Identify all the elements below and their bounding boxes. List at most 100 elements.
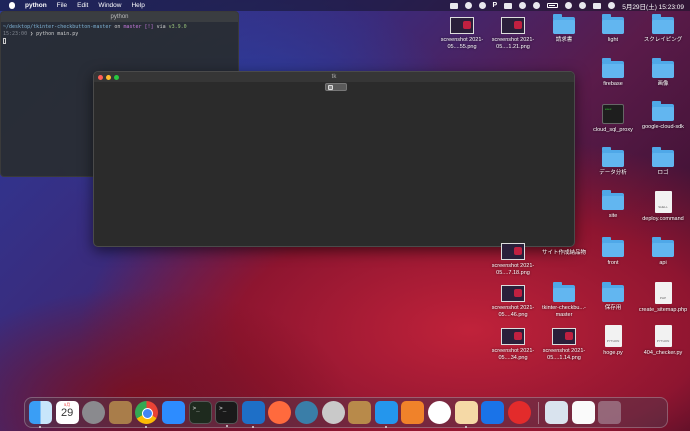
desktop-icon-logo[interactable]: ロゴ: [636, 147, 690, 177]
app-menu[interactable]: python: [25, 2, 47, 9]
php-file-icon: PHP: [654, 282, 672, 304]
folder-icon: [602, 14, 624, 34]
desktop-icon-hoge-py[interactable]: PYTHON hoge.py: [586, 325, 640, 357]
desktop-icon-tkinter-checkbutton[interactable]: tkinter-checkbu...-master: [537, 282, 591, 318]
clock-icon[interactable]: [427, 401, 451, 424]
docker-status-icon[interactable]: [519, 2, 527, 9]
edit-menu[interactable]: Edit: [77, 2, 88, 9]
terminal-command-line: 15:23:00 ❯ python main.py: [3, 31, 236, 38]
safari-icon[interactable]: [268, 401, 292, 424]
apple-menu-icon[interactable]: [9, 2, 15, 9]
terminal-green-icon[interactable]: [188, 401, 212, 424]
desktop-icon-site-deliverables[interactable]: サイト作成納品物: [537, 247, 591, 257]
infinity-icon[interactable]: [481, 401, 505, 424]
terminal-titlebar[interactable]: python: [1, 12, 238, 22]
desktop-icon-cloud-sql-proxy[interactable]: cloud_sql_proxy: [586, 104, 640, 134]
disk-utility-icon[interactable]: [321, 401, 345, 424]
archive-utility-icon[interactable]: [348, 401, 372, 424]
folder-icon: [652, 147, 674, 167]
control-center-icon[interactable]: [593, 2, 602, 9]
folder-icon: [652, 58, 674, 78]
file-menu[interactable]: File: [57, 2, 67, 9]
image-file-icon: [501, 328, 525, 345]
desktop-icon-create-sitemap[interactable]: PHP create_sitemap.php: [636, 282, 690, 314]
tk-window-title: tk: [331, 74, 337, 80]
folder-icon: [553, 14, 575, 34]
desktop-icon-screenshot-34[interactable]: screenshot 2021-05....34.png: [486, 328, 540, 361]
trash-icon[interactable]: [598, 401, 622, 424]
desktop-icon-invoice[interactable]: 請求書: [537, 14, 591, 44]
system-preferences-icon[interactable]: [82, 401, 106, 424]
record-icon[interactable]: [464, 2, 472, 9]
network-icon[interactable]: [401, 401, 425, 424]
desktop-icon-screenshot-114[interactable]: screenshot 2021-05....1.14.png: [537, 328, 591, 361]
vscode-icon[interactable]: [241, 401, 265, 428]
wifi-icon[interactable]: [565, 2, 573, 9]
desktop-icon-scraping[interactable]: スクレイピング: [636, 14, 690, 44]
quicktime-icon[interactable]: [294, 401, 318, 424]
finder-icon[interactable]: [29, 401, 52, 428]
dock-separator: [538, 401, 540, 424]
siri-icon[interactable]: [608, 2, 616, 9]
terminal-icon[interactable]: [215, 401, 239, 427]
desktop-icon-images[interactable]: 画像: [636, 58, 690, 88]
folder-icon: [602, 190, 624, 210]
desktop-icon-site[interactable]: site: [586, 190, 640, 220]
desktop-icon-deploy-command[interactable]: SHELL deploy.command: [636, 191, 690, 223]
python-file-icon: PYTHON: [604, 325, 622, 347]
spotlight-icon[interactable]: [579, 2, 587, 9]
desktop-icon-404-checker[interactable]: PYTHON 404_checker.py: [636, 325, 690, 357]
prompt-python-version: v3.9.0: [168, 24, 187, 30]
folder-icon: [602, 147, 624, 167]
prompt-time: 15:23:00: [3, 31, 28, 37]
checkbutton[interactable]: [325, 83, 347, 91]
pixel-picker-icon[interactable]: P: [493, 2, 498, 9]
desktop-icon-storage[interactable]: 保存用: [586, 282, 640, 312]
desktop-icon-google-cloud-sdk[interactable]: google-cloud-sdk: [636, 101, 690, 131]
tk-titlebar[interactable]: tk: [94, 72, 574, 82]
bluetooth-icon[interactable]: [533, 2, 541, 9]
terminal-output[interactable]: ~/desktop/tkinter-checkbutton-master on …: [1, 22, 238, 48]
prompt-branch: master [!]: [123, 24, 154, 30]
calendar-day: 29: [60, 407, 74, 419]
notes-brown-icon[interactable]: [108, 401, 132, 424]
desktop-icon-screenshot-718[interactable]: screenshot 2021-05....7.18.png: [486, 243, 540, 276]
window-menu[interactable]: Window: [98, 2, 121, 9]
chrome-icon[interactable]: [135, 401, 159, 428]
folder-icon: [652, 101, 674, 121]
image-file-icon: [501, 243, 525, 260]
folder-icon: [602, 58, 624, 78]
image-file-icon: [501, 285, 525, 302]
executable-icon: [602, 104, 624, 124]
folder-icon: [652, 237, 674, 257]
zoom-icon[interactable]: [161, 401, 185, 424]
checkbox-icon[interactable]: [328, 85, 333, 90]
desktop-icon-screenshot-55[interactable]: screenshot 2021-05....55.png: [435, 17, 489, 50]
menu-bar: python File Edit Window Help P 5月29日(土) …: [0, 0, 690, 11]
clipboard-icon[interactable]: [449, 2, 458, 9]
battery-icon[interactable]: [547, 3, 559, 8]
prompt-on: on: [114, 24, 121, 30]
menubar-clock[interactable]: 5月29日(土) 15:23:09: [622, 1, 684, 11]
desktop-icon-light[interactable]: light: [586, 14, 640, 44]
cloud-icon[interactable]: [478, 2, 486, 9]
python-file-icon: PYTHON: [654, 325, 672, 347]
calendar-icon[interactable]: 5月 29: [55, 401, 79, 424]
document-icon[interactable]: [571, 401, 595, 424]
desktop-icon-screenshot-46[interactable]: screenshot 2021-05....46.png: [486, 285, 540, 318]
photos-icon[interactable]: [545, 401, 569, 424]
display-icon[interactable]: [504, 2, 513, 9]
timer-icon[interactable]: [507, 401, 531, 424]
tk-window[interactable]: tk: [93, 71, 575, 247]
desktop-icon-screenshot-121[interactable]: screenshot 2021-05....1.21.png: [486, 17, 540, 50]
preview-icon[interactable]: [454, 401, 478, 428]
folder-icon: [553, 282, 575, 302]
desktop-icon-firebase[interactable]: firebase: [586, 58, 640, 88]
help-menu[interactable]: Help: [131, 2, 144, 9]
folder-icon: [602, 282, 624, 302]
desktop-icon-data-analysis[interactable]: データ分析: [586, 147, 640, 177]
desktop-icon-front[interactable]: front: [586, 237, 640, 267]
desktop-icon-api[interactable]: api: [636, 237, 690, 267]
terminal-cursor: [3, 38, 6, 44]
docker-icon[interactable]: [374, 401, 398, 428]
